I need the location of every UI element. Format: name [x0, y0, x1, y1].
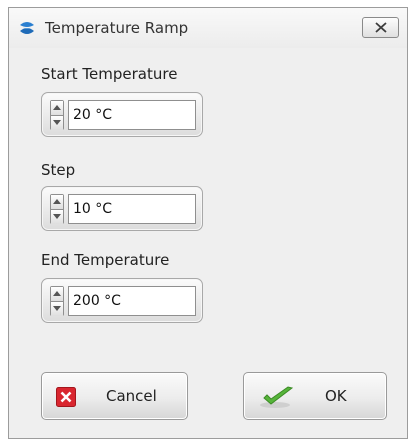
close-button[interactable]: [362, 17, 399, 38]
start-temperature-stepper: [50, 100, 64, 130]
arrow-up-icon: [53, 199, 61, 204]
end-temperature-label: End Temperature: [41, 251, 170, 269]
arrow-down-icon: [53, 214, 61, 219]
step-label: Step: [41, 161, 76, 179]
red-x-icon: [56, 387, 76, 411]
step-spinbox: [41, 186, 203, 231]
step-decrement-button[interactable]: [51, 210, 63, 224]
start-temperature-input[interactable]: [68, 100, 196, 130]
end-temperature-increment-button[interactable]: [51, 287, 63, 302]
green-check-icon: [258, 385, 296, 413]
arrow-up-icon: [53, 291, 61, 296]
start-temperature-decrement-button[interactable]: [51, 116, 63, 130]
arrow-down-icon: [53, 306, 61, 311]
cancel-label: Cancel: [106, 387, 157, 405]
ok-label: OK: [325, 387, 347, 405]
step-input[interactable]: [68, 194, 196, 224]
step-stepper: [50, 194, 64, 224]
step-increment-button[interactable]: [51, 195, 63, 210]
end-temperature-spinbox: [41, 278, 203, 323]
title-bar[interactable]: Temperature Ramp: [9, 8, 407, 48]
cancel-button[interactable]: Cancel: [41, 372, 188, 420]
ok-button[interactable]: OK: [243, 372, 387, 420]
dialog-window: Temperature Ramp Start Temperature Step: [8, 7, 408, 439]
window-title: Temperature Ramp: [45, 19, 189, 37]
end-temperature-stepper: [50, 286, 64, 316]
end-temperature-decrement-button[interactable]: [51, 302, 63, 316]
start-temperature-spinbox: [41, 92, 203, 137]
arrow-down-icon: [53, 120, 61, 125]
end-temperature-input[interactable]: [68, 286, 196, 316]
close-icon: [375, 22, 387, 33]
arrow-up-icon: [53, 105, 61, 110]
app-icon: [18, 20, 36, 36]
start-temperature-label: Start Temperature: [41, 65, 178, 83]
start-temperature-increment-button[interactable]: [51, 101, 63, 116]
